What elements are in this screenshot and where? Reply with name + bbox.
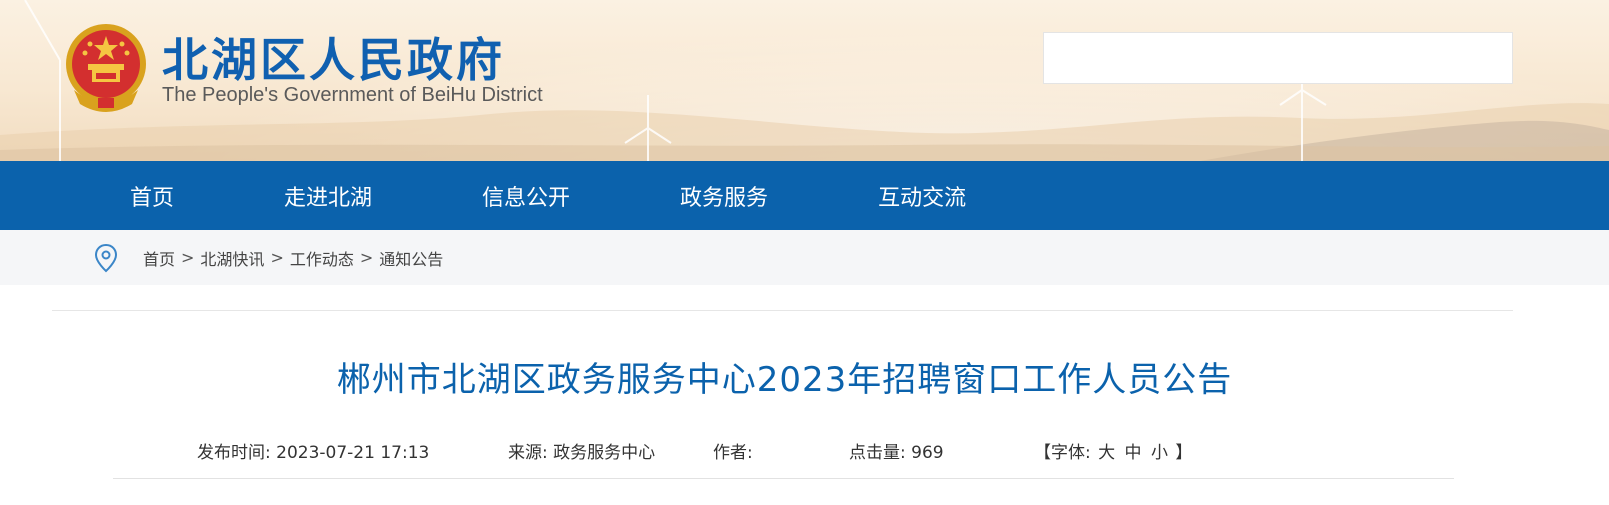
main-nav: 首页 走进北湖 信息公开 政务服务 互动交流 (0, 161, 1609, 230)
article-meta-divider (113, 478, 1454, 479)
breadcrumb: 首页 > 北湖快讯 > 工作动态 > 通知公告 (0, 230, 1609, 285)
article-author: 作者: (713, 438, 753, 463)
publish-label: 发布时间: (197, 443, 271, 463)
national-emblem-icon (66, 24, 146, 112)
site-title: 北湖区人民政府 (162, 33, 505, 87)
article-source: 来源: 政务服务中心 (508, 438, 655, 463)
hits-value: 969 (911, 443, 944, 463)
font-size-close: 】 (1175, 443, 1193, 463)
article-meta: 发布时间: 2023-07-21 17:13 来源: 政务服务中心 作者: 点击… (0, 438, 1609, 464)
font-size-medium-button[interactable]: 中 (1125, 443, 1142, 463)
nav-item-info-disclosure[interactable]: 信息公开 (482, 180, 570, 212)
source-value: 政务服务中心 (553, 443, 656, 463)
font-size-large-button[interactable]: 大 (1098, 443, 1115, 463)
breadcrumb-separator: > (270, 248, 284, 267)
search-input[interactable] (1043, 32, 1513, 84)
nav-item-interaction[interactable]: 互动交流 (878, 180, 966, 212)
font-size-open: 【字体: (1034, 443, 1091, 463)
breadcrumb-trail: 首页 > 北湖快讯 > 工作动态 > 通知公告 (143, 246, 443, 270)
publish-date: 发布时间: 2023-07-21 17:13 (197, 438, 429, 463)
article-hits: 点击量: 969 (849, 438, 944, 463)
font-size-controls: 【字体: 大 中 小 】 (1034, 438, 1192, 463)
breadcrumb-notices[interactable]: 通知公告 (379, 246, 443, 270)
publish-value: 2023-07-21 17:13 (276, 443, 430, 463)
article-title: 郴州市北湖区政务服务中心2023年招聘窗口工作人员公告 (336, 360, 1233, 400)
breadcrumb-separator: > (181, 248, 195, 267)
hits-label: 点击量: (849, 443, 906, 463)
site-subtitle: The People's Government of BeiHu Distric… (162, 84, 543, 106)
author-label: 作者: (713, 443, 753, 463)
breadcrumb-work-updates[interactable]: 工作动态 (290, 246, 354, 270)
font-size-small-button[interactable]: 小 (1151, 443, 1168, 463)
header-banner: 北湖区人民政府 The People's Government of BeiHu… (0, 0, 1609, 161)
article-top-divider (52, 310, 1513, 311)
nav-item-gov-services[interactable]: 政务服务 (680, 180, 768, 212)
location-pin-icon (94, 243, 118, 272)
breadcrumb-home[interactable]: 首页 (143, 246, 175, 270)
breadcrumb-separator: > (359, 248, 374, 267)
nav-item-about[interactable]: 走进北湖 (284, 180, 372, 212)
source-label: 来源: (508, 443, 548, 463)
breadcrumb-news[interactable]: 北湖快讯 (200, 246, 264, 270)
nav-item-home[interactable]: 首页 (130, 180, 174, 212)
